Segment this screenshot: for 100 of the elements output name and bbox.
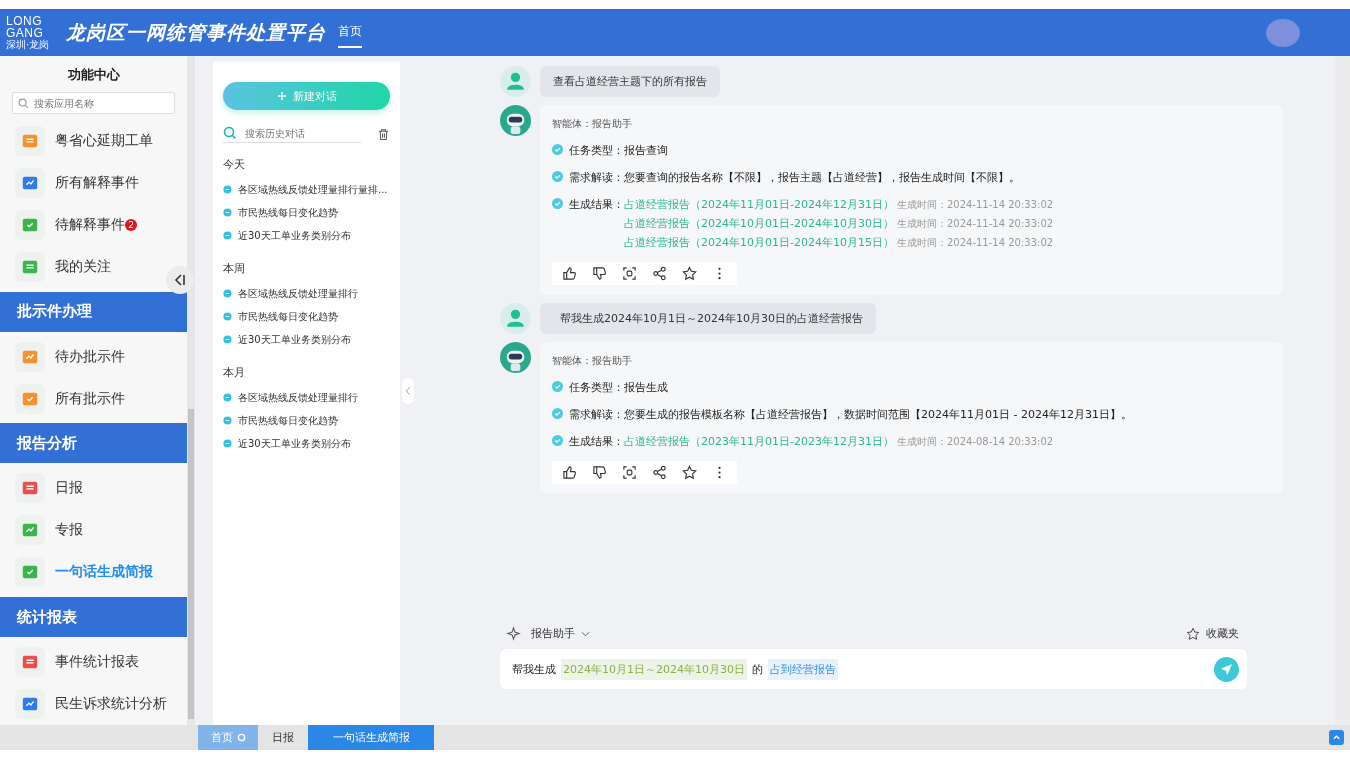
menu-icon (15, 473, 45, 504)
field-label: 任务类型： (569, 380, 624, 395)
thumbs-down-icon[interactable] (592, 266, 607, 281)
search-field[interactable]: 搜索应用名称 (12, 92, 175, 114)
collapse-button[interactable] (166, 266, 194, 294)
group-label: 今天 (223, 157, 246, 172)
check-icon (552, 408, 563, 419)
history-item[interactable]: 市民热线每日变化趋势 (238, 205, 338, 220)
scan-icon[interactable] (622, 465, 637, 480)
chevron-left-icon (405, 386, 411, 396)
count-badge: 2 (125, 218, 137, 231)
menu-item[interactable]: 专报 (55, 521, 83, 540)
check-icon (552, 171, 563, 182)
menu-item[interactable]: 粤省心延期工单 (55, 131, 153, 150)
share-icon[interactable] (652, 465, 667, 480)
history-item[interactable]: 各区域热线反馈处理量排行 (238, 286, 358, 301)
menu-item[interactable]: 日报 (55, 479, 83, 498)
generated-time: 生成时间：2024-11-14 20:33:02 (896, 217, 1054, 231)
history-item[interactable]: 各区域热线反馈处理量排行量排... (238, 182, 388, 197)
history-item[interactable]: 近30天工单业务类别分布 (238, 332, 351, 347)
trash-icon[interactable] (377, 128, 390, 141)
scan-icon[interactable] (622, 266, 637, 281)
history-item[interactable]: 近30天工单业务类别分布 (238, 436, 351, 451)
history-item[interactable]: 市民热线每日变化趋势 (238, 309, 338, 324)
search-icon (18, 98, 29, 109)
star-icon (1186, 626, 1200, 641)
scroll-top-button[interactable] (1329, 730, 1344, 745)
field-value: 您要生成的报告模板名称【占道经营报告】，数据时间范围【2024年11月01日 - 2024年12月31日】。 (624, 407, 1132, 422)
user-avatar-icon (500, 303, 531, 334)
logo: LONG GANG 深圳·龙岗 (6, 15, 51, 50)
menu-item[interactable]: 民生诉求统计分析 (55, 695, 167, 713)
chat-bubble-icon (223, 185, 232, 194)
refresh-icon (236, 733, 246, 742)
field-value: 报告查询 (624, 143, 668, 158)
input-text: 帮我生成 (511, 661, 557, 678)
history-item[interactable]: 各区域热线反馈处理量排行 (238, 390, 358, 405)
chat-bubble-icon (223, 335, 232, 344)
agent-label: 智能体：报告助手 (552, 354, 633, 368)
agent-dropdown[interactable]: 报告助手 (531, 626, 590, 641)
robot-avatar-icon (500, 342, 531, 373)
menu-icon (15, 251, 45, 282)
menu-item[interactable]: 待办批示件 (55, 347, 125, 366)
nav-tab[interactable]: 首页 (338, 23, 362, 48)
menu-icon (15, 167, 45, 198)
user-avatar-icon (500, 66, 531, 97)
user-message: 帮我生成2024年10月1日～2024年10月30日的占道经营报告 (540, 303, 876, 334)
chat-bubble-icon (223, 393, 232, 402)
menu-icon (15, 209, 45, 240)
menu-item[interactable]: 所有批示件 (55, 389, 125, 408)
generated-time: 生成时间：2024-11-14 20:33:02 (896, 198, 1054, 212)
menu-icon (15, 647, 45, 678)
check-icon (552, 435, 563, 446)
scrollbar-track[interactable] (1335, 56, 1350, 725)
menu-item[interactable]: 待解释事件 (55, 215, 125, 234)
scrollbar-thumb[interactable] (188, 409, 194, 719)
field-label: 需求解读： (569, 170, 624, 185)
agent-label: 智能体：报告助手 (552, 117, 633, 131)
send-icon (1220, 662, 1233, 676)
generated-time: 生成时间：2024-08-14 20:33:02 (896, 435, 1054, 449)
thumbs-down-icon[interactable] (592, 465, 607, 480)
page-tab[interactable]: 一句话生成简报 (308, 725, 434, 750)
menu-item[interactable]: 所有解释事件 (55, 173, 139, 192)
field-value: 您要查询的报告名称【不限】，报告主题【占道经营】，报告生成时间【不限】。 (624, 170, 1020, 185)
input-text: 的 (751, 661, 764, 678)
app-title: 龙岗区一网统管事件处置平台 (66, 19, 326, 45)
section-header[interactable]: 批示件办理 (0, 291, 187, 332)
plus-icon (276, 91, 287, 101)
menu-item[interactable]: 事件统计报表 (55, 653, 139, 672)
menu-icon (15, 515, 45, 546)
history-item[interactable]: 市民热线每日变化趋势 (238, 413, 338, 428)
field-label: 生成结果： (569, 197, 624, 212)
section-header[interactable]: 报告分析 (0, 423, 187, 464)
topic-tag: 占到经营报告 (768, 658, 838, 680)
robot-avatar-icon (500, 105, 531, 136)
section-header[interactable]: 统计报表 (0, 597, 187, 638)
share-icon[interactable] (652, 266, 667, 281)
history-item[interactable]: 近30天工单业务类别分布 (238, 228, 351, 243)
thumbs-up-icon[interactable] (562, 266, 577, 281)
check-icon (552, 198, 563, 209)
menu-icon (15, 383, 45, 414)
message-input[interactable]: 帮我生成 2024年10月1日～2024年10月30日 的 占到经营报告 (500, 649, 1247, 689)
chat-bubble-icon (223, 208, 232, 217)
time-tag: 2024年10月1日～2024年10月30日 (561, 658, 747, 680)
menu-item[interactable]: 我的关注 (55, 257, 111, 276)
menu-icon (15, 557, 45, 588)
generated-time: 生成时间：2024-11-14 20:33:02 (896, 236, 1054, 250)
user-message: 查看占道经营主题下的所有报告 (540, 66, 720, 97)
check-icon (552, 381, 563, 392)
page-tab[interactable]: 日报 (258, 725, 308, 750)
sidebar-title: 功能中心 (66, 66, 121, 84)
chevron-up-icon (1332, 733, 1341, 742)
favorites-button[interactable]: 收藏夹 (1186, 626, 1239, 641)
thumbs-up-icon[interactable] (562, 465, 577, 480)
star-icon[interactable] (682, 266, 697, 281)
field-value: 报告生成 (624, 380, 668, 395)
search-icon (223, 126, 237, 140)
field-label: 需求解读： (569, 407, 624, 422)
field-label: 生成结果： (569, 434, 624, 449)
star-icon[interactable] (682, 465, 697, 480)
collapse-icon (173, 273, 187, 287)
